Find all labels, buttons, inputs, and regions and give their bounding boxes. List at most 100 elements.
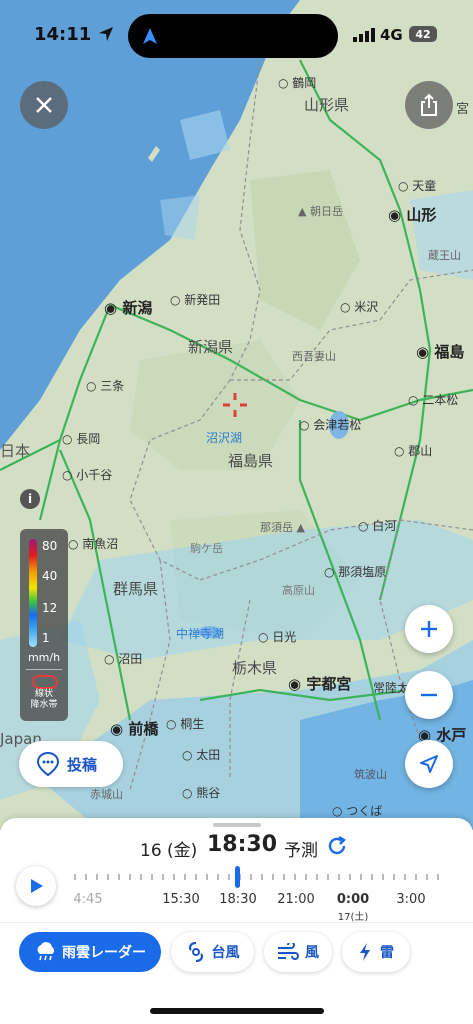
city-label: ○ 日光	[258, 630, 297, 644]
city-label: ○ 鶴岡	[278, 76, 317, 90]
city-label: ○ 二本松	[408, 393, 459, 407]
timeline-ticks	[70, 862, 450, 892]
pref-label: 福島県	[228, 452, 274, 470]
tab-typhoon[interactable]: 台風	[171, 932, 254, 972]
timeline-tick	[129, 874, 131, 880]
timeline-label: 15:30	[162, 892, 200, 907]
lightning-icon	[360, 943, 370, 961]
legend-level: 1	[42, 631, 50, 645]
peak-label: 蔵王山	[428, 249, 461, 262]
tab-label: 雨雲レーダー	[62, 945, 146, 961]
play-icon	[31, 879, 43, 893]
legend-divider	[26, 669, 62, 670]
city-label: ○ 天童	[398, 179, 437, 193]
city-label: ○ 太田	[182, 748, 221, 762]
wind-icon	[278, 943, 299, 960]
post-button[interactable]: 投稿	[19, 741, 123, 787]
legend-senjo-label: 線状 降水帯	[30, 689, 58, 710]
timeline-panel: 16 (金) 18:30 予測 4:45 15:30 18:30 21:00 0…	[0, 818, 473, 1024]
timeline-tick	[217, 874, 219, 880]
timeline-cursor[interactable]	[235, 866, 240, 888]
status-time: 14:11	[34, 24, 114, 45]
navigation-arrow-icon	[143, 28, 157, 44]
city-label: ○ 三条	[86, 379, 125, 393]
timeline-tick	[118, 874, 120, 880]
location-arrow-icon	[420, 755, 438, 773]
city-fukushima: ◉ 福島	[416, 343, 465, 361]
timeline-tick	[382, 874, 384, 880]
timeline-tick	[349, 874, 351, 880]
timeline-tick	[327, 874, 329, 880]
zoom-in-button[interactable]	[405, 605, 453, 653]
city-label: 宮	[456, 102, 470, 117]
timeline-tick	[415, 874, 417, 880]
tab-wind[interactable]: 風	[264, 932, 332, 972]
drag-handle[interactable]	[213, 823, 261, 827]
city-aizuwakamatsu: ○ 会津若松	[299, 418, 362, 432]
timeline-tick	[393, 874, 395, 880]
timeline-tick	[206, 874, 208, 880]
forecast-day: 16 (金)	[140, 841, 198, 861]
share-icon	[421, 93, 437, 116]
timeline-tick	[228, 874, 230, 880]
peak-label: ▲ 朝日岳	[298, 205, 343, 218]
home-indicator	[150, 1008, 324, 1014]
timeline-label: 3:00	[396, 892, 426, 907]
close-icon	[36, 97, 52, 113]
refresh-icon	[328, 835, 346, 855]
play-button[interactable]	[16, 866, 56, 906]
city-label: ○ 白河	[358, 519, 397, 533]
city-label: 常陸太	[373, 681, 410, 695]
timeline-label: 4:45	[73, 892, 103, 907]
timeline-tick	[250, 874, 252, 880]
signal-icon	[353, 27, 375, 42]
legend-colorbar	[29, 539, 37, 647]
post-pin-icon	[36, 751, 60, 777]
city-label: ○ 桐生	[166, 717, 205, 731]
peak-label: 筑波山	[354, 768, 387, 781]
timeline-tick	[305, 874, 307, 880]
minus-icon	[421, 693, 437, 697]
city-label: ○ 沼田	[104, 652, 143, 666]
city-maebashi: ◉ 前橋	[110, 720, 159, 738]
city-label: ○ 郡山	[394, 444, 433, 458]
timeline-sublabel: 17(土)	[337, 912, 369, 923]
refresh-button[interactable]	[326, 835, 348, 857]
senjo-icon	[32, 675, 58, 689]
locate-button[interactable]	[405, 740, 453, 788]
bottom-tabs: 雨雲レーダー 台風 風 雷	[0, 932, 473, 978]
rain-cloud-icon	[37, 942, 55, 961]
legend-unit: mm/h	[27, 651, 61, 664]
share-button[interactable]	[405, 81, 453, 129]
plus-icon	[421, 621, 437, 637]
forecast-mode: 予測	[284, 841, 318, 861]
city-label: ○ 熊谷	[182, 786, 221, 800]
timeline-tick	[437, 874, 439, 880]
close-button[interactable]	[20, 81, 68, 129]
timeline-tick	[316, 874, 318, 880]
lake-label: 沼沢湖	[206, 431, 243, 445]
battery-level: 42	[415, 27, 431, 41]
peak-label: 那須岳 ▲	[260, 521, 305, 534]
pref-label: 新潟県	[188, 338, 234, 356]
location-services-icon	[98, 27, 113, 41]
zoom-out-button[interactable]	[405, 671, 453, 719]
tab-thunder[interactable]: 雷	[342, 932, 410, 972]
timeline-tick	[360, 874, 362, 880]
peak-label: 高原山	[282, 584, 315, 597]
timeline-tick	[96, 874, 98, 880]
timeline-tick	[173, 874, 175, 880]
weather-map[interactable]: 山形県 新潟県 福島県 群馬県 栃木県 ◉ 新潟 ◉ 山形 ◉ 福島 ○ 会津若…	[0, 0, 473, 830]
city-label: ○ 新発田	[170, 293, 221, 307]
timeline-tick	[261, 874, 263, 880]
timeline-label: 18:30	[219, 892, 257, 907]
city-label: ○ 南魚沼	[68, 537, 119, 551]
pref-label: 栃木県	[232, 659, 278, 677]
timeline-tick	[338, 874, 340, 880]
timeline-tick	[162, 874, 164, 880]
tab-rain-radar[interactable]: 雨雲レーダー	[19, 932, 161, 972]
timeline-slider[interactable]	[70, 862, 450, 892]
info-icon[interactable]: i	[20, 489, 40, 509]
peak-label: 西吾妻山	[292, 350, 336, 363]
tab-label: 雷	[380, 945, 394, 961]
